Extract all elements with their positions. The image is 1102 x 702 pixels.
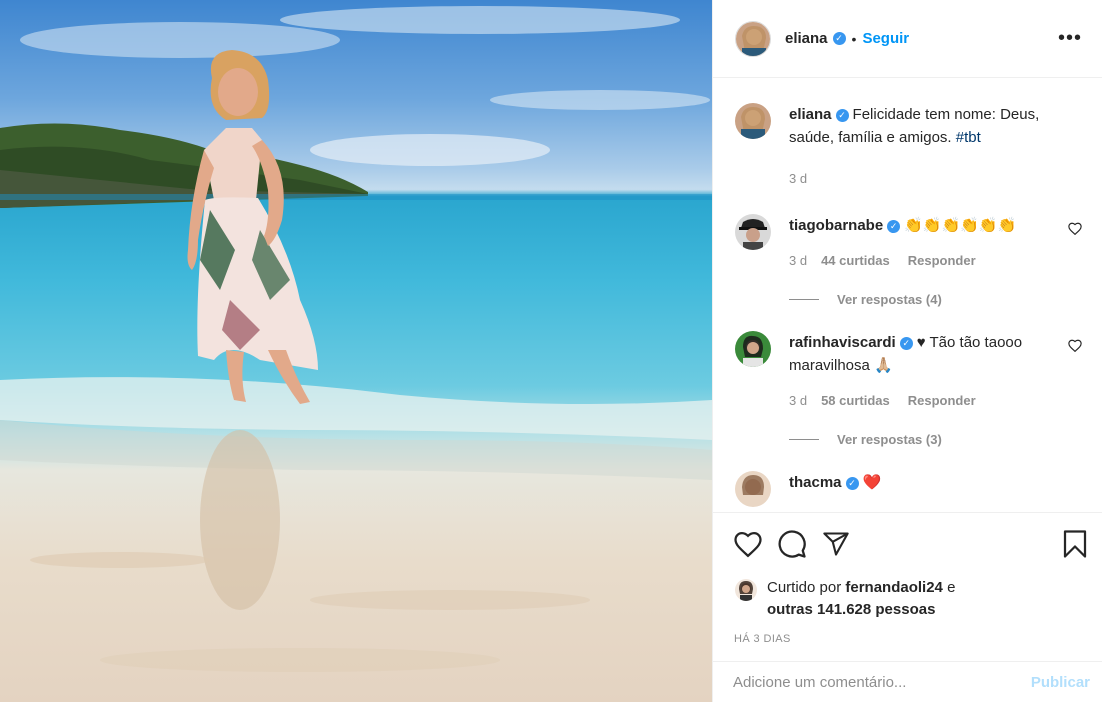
post-actions: Curtido por fernandaoli24 e outras 141.6… (713, 512, 1102, 691)
comment-input[interactable] (733, 674, 1031, 691)
view-replies-button[interactable]: Ver respostas (4) (789, 292, 1082, 307)
comment-time[interactable]: 3 d (789, 389, 807, 412)
verified-icon: ✓ (832, 32, 846, 45)
more-icon[interactable]: ••• (1058, 27, 1082, 50)
post-photo[interactable] (0, 0, 712, 702)
add-comment-bar: Publicar (713, 661, 1102, 702)
author-username[interactable]: eliana (785, 30, 828, 47)
heart-icon[interactable] (733, 530, 763, 558)
comment-likes[interactable]: 44 curtidas (821, 249, 890, 272)
liked-by: Curtido por fernandaoli24 e outras 141.6… (713, 577, 1102, 621)
liked-middle: e (942, 579, 956, 596)
caption: eliana ✓ Felicidade tem nome: Deus, saúde,… (735, 103, 1082, 190)
comment-avatar[interactable] (735, 471, 771, 507)
heart-icon[interactable] (1068, 222, 1082, 235)
caption-avatar[interactable] (735, 103, 771, 139)
reply-button[interactable]: Responder (908, 249, 976, 272)
heart-icon[interactable] (1068, 339, 1082, 352)
liker-avatar[interactable] (735, 579, 757, 601)
author-avatar[interactable] (735, 20, 771, 57)
caption-hashtag[interactable]: #tbt (956, 129, 981, 146)
comment-icon[interactable] (777, 529, 807, 559)
publish-button[interactable]: Publicar (1031, 674, 1090, 691)
verified-icon: ✓ (835, 109, 849, 122)
liker-username[interactable]: fernandaoli24 (845, 579, 943, 596)
comment-username[interactable]: rafinhaviscardi (789, 334, 896, 351)
comment-avatar[interactable] (735, 214, 771, 250)
verified-icon: ✓ (887, 220, 901, 233)
share-icon[interactable] (821, 530, 851, 558)
comment: thacma ✓ ❤️ (735, 471, 1082, 507)
action-icons (713, 513, 1102, 575)
post-side-panel: eliana ✓ • Seguir ••• eliana ✓ Felicidade … (712, 0, 1102, 702)
divider-line (789, 439, 819, 440)
follow-button[interactable]: Seguir (862, 30, 909, 47)
caption-time[interactable]: 3 d (789, 167, 807, 190)
caption-username[interactable]: eliana (789, 106, 832, 123)
view-replies-label: Ver respostas (3) (837, 432, 942, 447)
post-header: eliana ✓ • Seguir ••• (713, 0, 1102, 78)
verified-icon: ✓ (899, 337, 913, 350)
comment-username[interactable]: thacma (789, 474, 842, 491)
post-timestamp[interactable]: HÁ 3 DIAS (713, 633, 1102, 645)
comment-avatar[interactable] (735, 331, 771, 367)
view-replies-button[interactable]: Ver respostas (3) (789, 432, 1082, 447)
comment-text: ❤️ (862, 474, 882, 491)
liked-prefix: Curtido por (767, 579, 846, 596)
reply-button[interactable]: Responder (908, 389, 976, 412)
beach-photo-illustration (0, 6, 712, 672)
comment-time[interactable]: 3 d (789, 249, 807, 272)
comment-text: 👏👏👏👏👏👏 (904, 217, 1017, 234)
comment: tiagobarnabe ✓ 👏👏👏👏👏👏 3 d 44 curtidas Respon… (735, 214, 1082, 272)
comment-likes[interactable]: 58 curtidas (821, 389, 890, 412)
post-view: eliana ✓ • Seguir ••• eliana ✓ Felicidade … (0, 0, 1102, 702)
bookmark-icon[interactable] (1062, 529, 1088, 559)
comment: rafinhaviscardi ✓ ♥ Tão tão taooo maravilh… (735, 331, 1082, 412)
divider-line (789, 299, 819, 300)
comments-list[interactable]: eliana ✓ Felicidade tem nome: Deus, saúde,… (713, 79, 1102, 511)
comment-username[interactable]: tiagobarnabe (789, 217, 883, 234)
view-replies-label: Ver respostas (4) (837, 292, 942, 307)
verified-icon: ✓ (845, 477, 859, 490)
separator-dot: • (851, 30, 857, 47)
likes-count[interactable]: outras 141.628 pessoas (767, 601, 935, 618)
